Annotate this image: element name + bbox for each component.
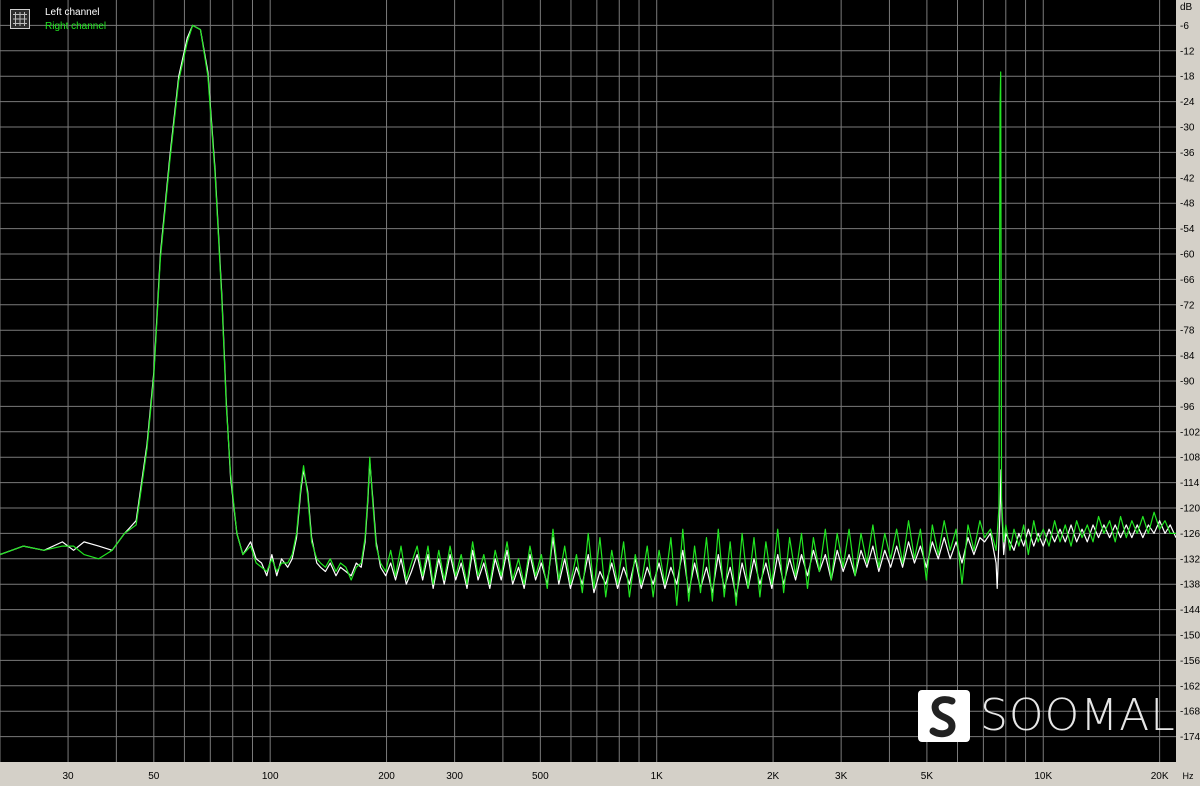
y-tick-label: -150 [1180,631,1200,642]
y-tick-label: -60 [1180,250,1195,261]
y-tick-label: -72 [1180,300,1195,311]
y-tick-label: -114 [1180,478,1200,489]
watermark-logo [918,690,970,742]
y-tick-label: -54 [1180,224,1195,235]
y-tick-label: -102 [1180,427,1200,438]
x-tick-label: 5K [921,771,934,782]
x-tick-label: 100 [262,771,279,782]
y-tick-label: -36 [1180,148,1195,159]
x-tick-label: 500 [532,771,549,782]
spectrum-chart: 30 50 100 200 300 500 1K 2K 3K 5K 10K 20K Hz -6 -12 -18… [0,0,1200,786]
y-tick-label: -12 [1180,46,1195,57]
legend-grid-icon [10,9,30,29]
y-tick-label: -90 [1180,377,1195,388]
y-tick-label: -6 [1180,21,1189,32]
y-tick-label: -96 [1180,402,1195,413]
soomal-logo-icon [929,696,956,738]
legend-right-channel: Right channel [45,21,107,32]
y-tick-label: -48 [1180,199,1195,210]
y-tick-label: -42 [1180,173,1195,184]
y-tick-label: -78 [1180,326,1195,337]
x-unit-label: Hz [1183,771,1194,781]
x-tick-label: 10K [1034,771,1052,782]
y-tick-label: -168 [1180,707,1200,718]
x-tick-label: 30 [63,771,75,782]
y-tick-label: -108 [1180,453,1200,464]
y-tick-label: -126 [1180,529,1200,540]
y-tick-label: -24 [1180,97,1195,108]
x-tick-label: 1K [651,771,664,782]
y-tick-label: -138 [1180,580,1200,591]
x-tick-label: 50 [148,771,160,782]
y-tick-label: -174 [1180,732,1200,743]
x-tick-label: 3K [835,771,848,782]
x-tick-label: 300 [446,771,463,782]
legend-left-channel: Left channel [45,7,100,18]
x-tick-label: 200 [378,771,395,782]
x-tick-label: 2K [767,771,780,782]
y-tick-label: -84 [1180,351,1195,362]
y-tick-label: -144 [1180,605,1200,616]
watermark: SOOMAL [918,690,1178,750]
y-tick-label: -66 [1180,275,1195,286]
y-tick-label: -18 [1180,72,1195,83]
y-tick-label: -162 [1180,681,1200,692]
y-tick-label: -30 [1180,123,1195,134]
y-tick-label: -132 [1180,554,1200,565]
y-unit-label: dB [1180,2,1193,13]
y-tick-label: -156 [1180,656,1200,667]
watermark-text: SOOMAL [980,690,1176,741]
x-tick-label: 20K [1151,771,1169,782]
y-tick-label: -120 [1180,504,1200,515]
